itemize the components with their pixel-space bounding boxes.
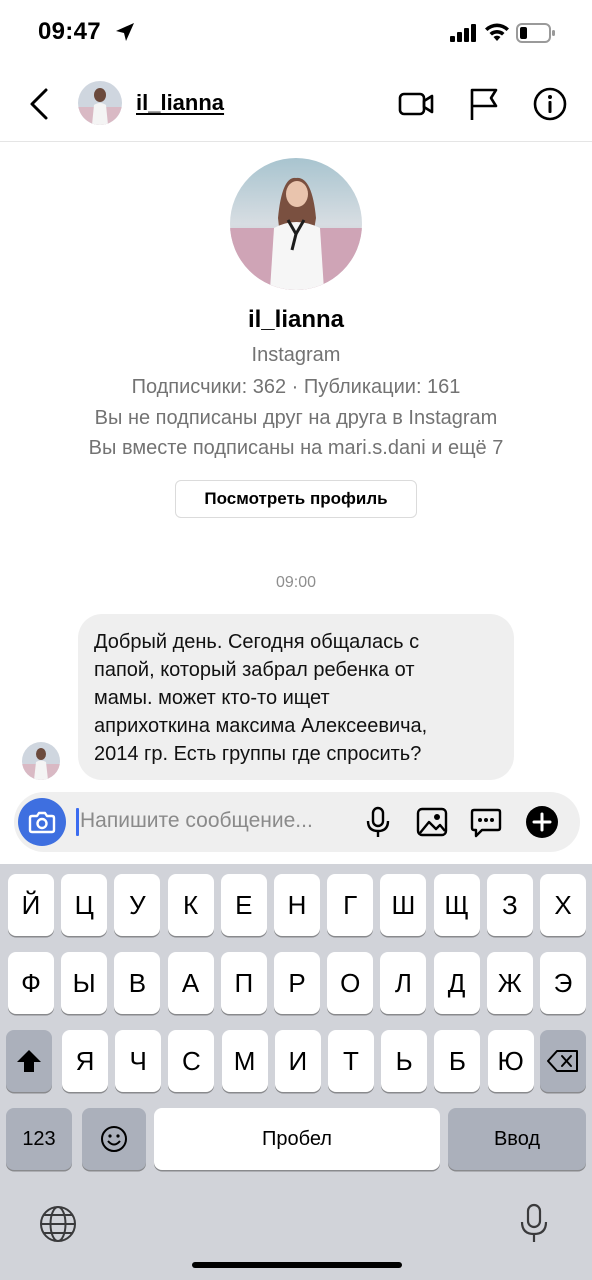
view-profile-button[interactable]: Посмотреть профиль <box>175 480 417 518</box>
letter-key[interactable]: Й <box>8 874 54 936</box>
letter-key[interactable]: Н <box>274 874 320 936</box>
message-line: априхоткина максима Алексеевича, <box>94 715 428 737</box>
back-arrow-icon[interactable] <box>24 86 56 122</box>
letter-key[interactable]: Ь <box>381 1030 428 1092</box>
keyboard: ЙЦУКЕНГШЩЗХ ФЫВАПРОЛДЖЭ ЯЧСМИТЬБЮ 123 Пр… <box>0 864 592 1280</box>
wifi-icon <box>485 23 509 41</box>
letter-key[interactable]: С <box>168 1030 215 1092</box>
camera-icon <box>28 811 56 834</box>
letter-key[interactable]: Я <box>62 1030 108 1092</box>
letter-key[interactable]: Б <box>434 1030 481 1092</box>
camera-button[interactable] <box>18 798 66 846</box>
letter-key[interactable]: П <box>220 952 267 1014</box>
follow-status: Вы не подписаны друг на друга в Instagra… <box>94 407 498 429</box>
profile-avatar[interactable] <box>230 158 362 290</box>
video-call-icon[interactable] <box>396 84 436 124</box>
letter-key[interactable]: Д <box>433 952 480 1014</box>
message-timestamp: 09:00 <box>275 574 317 591</box>
message-line: мамы. может кто-то ищет <box>94 687 330 709</box>
message-line: 2014 гр. Есть группы где спросить? <box>94 743 422 765</box>
letter-key[interactable]: Л <box>380 952 427 1014</box>
sticker-chat-icon[interactable] <box>468 804 504 840</box>
letter-key[interactable]: Т <box>328 1030 374 1092</box>
letter-key[interactable]: Щ <box>433 874 480 936</box>
gallery-icon[interactable] <box>414 804 450 840</box>
emoji-smiley-icon <box>101 1126 127 1152</box>
letter-key[interactable]: Г <box>327 874 374 936</box>
cellular-signal-icon <box>450 24 476 42</box>
letter-key[interactable]: Х <box>540 874 586 936</box>
message-input[interactable]: Напишите сообщение... <box>80 809 313 833</box>
letter-key[interactable]: Ж <box>486 952 533 1014</box>
status-bar: 09:47 <box>0 0 592 66</box>
header-username[interactable]: il_lianna <box>136 90 224 116</box>
letter-key[interactable]: О <box>327 952 374 1014</box>
globe-icon[interactable] <box>38 1204 78 1244</box>
letter-key[interactable]: Ш <box>380 874 427 936</box>
letter-key[interactable]: К <box>167 874 214 936</box>
backspace-icon <box>547 1050 578 1072</box>
letter-key[interactable]: Ф <box>8 952 54 1014</box>
profile-platform: Instagram <box>251 344 341 366</box>
numbers-key[interactable]: 123 <box>6 1108 72 1170</box>
message-line: папой, который забрал ребенка от <box>94 659 415 681</box>
letter-key[interactable]: Э <box>540 952 586 1014</box>
message-composer: Напишите сообщение... <box>14 792 580 852</box>
message-line: Добрый день. Сегодня общалась с <box>94 631 420 653</box>
letter-key[interactable]: У <box>114 874 161 936</box>
location-arrow-icon <box>116 23 134 41</box>
letter-key[interactable]: Ц <box>61 874 108 936</box>
info-icon[interactable] <box>530 84 570 124</box>
letter-key[interactable]: Ы <box>61 952 108 1014</box>
dictation-microphone-icon[interactable] <box>518 1202 550 1246</box>
letter-key[interactable]: И <box>274 1030 321 1092</box>
plus-add-icon[interactable] <box>524 804 560 840</box>
profile-username: il_lianna <box>247 306 345 333</box>
letter-key[interactable]: Ю <box>487 1030 534 1092</box>
letter-key[interactable]: З <box>486 874 533 936</box>
letter-key[interactable]: В <box>114 952 161 1014</box>
chat-header: il_lianna <box>0 66 592 142</box>
flag-report-icon[interactable] <box>464 84 504 124</box>
letter-key[interactable]: Е <box>220 874 267 936</box>
letter-key[interactable]: Ч <box>115 1030 162 1092</box>
header-avatar[interactable] <box>78 81 122 125</box>
home-indicator <box>192 1262 402 1268</box>
space-key[interactable]: Пробел <box>154 1108 440 1170</box>
sender-avatar[interactable] <box>22 742 60 780</box>
shift-key[interactable] <box>6 1030 52 1092</box>
backspace-key[interactable] <box>540 1030 586 1092</box>
mutual-followers: Вы вместе подписаны на mari.s.dani и ещё… <box>88 437 504 459</box>
microphone-icon[interactable] <box>360 804 396 840</box>
letter-key[interactable]: Р <box>274 952 320 1014</box>
message-bubble[interactable]: Добрый день. Сегодня общалась с папой, к… <box>78 614 514 780</box>
emoji-key[interactable] <box>82 1108 146 1170</box>
return-key[interactable]: Ввод <box>448 1108 586 1170</box>
status-time: 09:47 <box>38 18 101 45</box>
letter-key[interactable]: М <box>221 1030 268 1092</box>
letter-key[interactable]: А <box>167 952 214 1014</box>
text-cursor <box>76 808 79 836</box>
battery-icon <box>516 23 555 43</box>
shift-arrow-icon <box>17 1050 41 1072</box>
profile-stats: Подписчики: 362 · Публикации: 161 <box>131 376 461 398</box>
